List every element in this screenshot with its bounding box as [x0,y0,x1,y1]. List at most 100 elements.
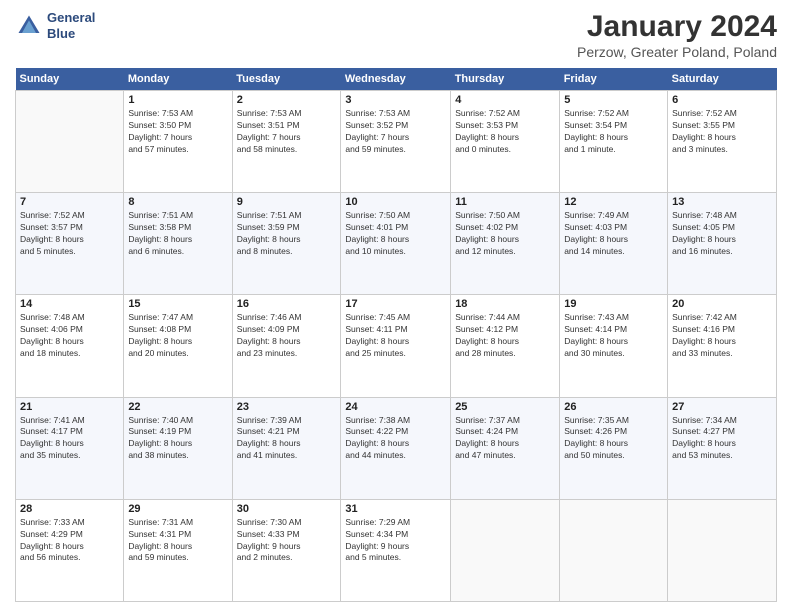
calendar-cell: 3 Sunrise: 7:53 AM Sunset: 3:52 PM Daylig… [341,91,451,193]
calendar-cell: 5 Sunrise: 7:52 AM Sunset: 3:54 PM Daylig… [560,91,668,193]
day-info: Sunrise: 7:42 AM Sunset: 4:16 PM Dayligh… [672,312,772,360]
day-info: Sunrise: 7:51 AM Sunset: 3:59 PM Dayligh… [237,210,337,258]
col-sunday: Sunday [16,68,124,91]
day-number: 18 [455,298,555,310]
day-info: Sunrise: 7:53 AM Sunset: 3:50 PM Dayligh… [128,108,227,156]
calendar-cell: 17 Sunrise: 7:45 AM Sunset: 4:11 PM Dayli… [341,295,451,397]
subtitle: Perzow, Greater Poland, Poland [577,44,777,60]
calendar-cell: 18 Sunrise: 7:44 AM Sunset: 4:12 PM Dayli… [451,295,560,397]
day-number: 26 [564,401,663,413]
calendar-cell: 15Sunrise: 7:47 AM Sunset: 4:08 PM Dayli… [124,295,232,397]
col-friday: Friday [560,68,668,91]
calendar-week-row: 21Sunrise: 7:41 AM Sunset: 4:17 PM Dayli… [16,397,777,499]
day-info: Sunrise: 7:46 AM Sunset: 4:09 PM Dayligh… [237,312,337,360]
calendar-cell: 23 Sunrise: 7:39 AM Sunset: 4:21 PM Dayli… [232,397,341,499]
calendar-cell: 8 Sunrise: 7:51 AM Sunset: 3:58 PM Daylig… [124,193,232,295]
day-info: Sunrise: 7:31 AM Sunset: 4:31 PM Dayligh… [128,517,227,565]
day-info: Sunrise: 7:33 AM Sunset: 4:29 PM Dayligh… [20,517,119,565]
calendar-cell: 22 Sunrise: 7:40 AM Sunset: 4:19 PM Dayli… [124,397,232,499]
col-monday: Monday [124,68,232,91]
calendar-cell: 19Sunrise: 7:43 AM Sunset: 4:14 PM Dayli… [560,295,668,397]
calendar-cell [668,499,777,601]
calendar-cell: 30Sunrise: 7:30 AM Sunset: 4:33 PM Dayli… [232,499,341,601]
page: General Blue January 2024 Perzow, Greate… [0,0,792,612]
calendar-week-row: 7 Sunrise: 7:52 AM Sunset: 3:57 PM Daylig… [16,193,777,295]
calendar-cell: 31Sunrise: 7:29 AM Sunset: 4:34 PM Dayli… [341,499,451,601]
day-number: 27 [672,401,772,413]
calendar-cell: 2Sunrise: 7:53 AM Sunset: 3:51 PM Daylig… [232,91,341,193]
col-tuesday: Tuesday [232,68,341,91]
calendar-cell [451,499,560,601]
calendar-cell: 7 Sunrise: 7:52 AM Sunset: 3:57 PM Daylig… [16,193,124,295]
calendar-cell: 26Sunrise: 7:35 AM Sunset: 4:26 PM Dayli… [560,397,668,499]
day-number: 7 [20,196,119,208]
day-info: Sunrise: 7:52 AM Sunset: 3:55 PM Dayligh… [672,108,772,156]
day-number: 28 [20,503,119,515]
day-info: Sunrise: 7:45 AM Sunset: 4:11 PM Dayligh… [345,312,446,360]
day-number: 8 [128,196,227,208]
calendar-week-row: 1 Sunrise: 7:53 AM Sunset: 3:50 PM Daylig… [16,91,777,193]
day-number: 19 [564,298,663,310]
calendar-cell: 14 Sunrise: 7:48 AM Sunset: 4:06 PM Dayli… [16,295,124,397]
title-section: January 2024 Perzow, Greater Poland, Pol… [577,10,777,60]
day-info: Sunrise: 7:51 AM Sunset: 3:58 PM Dayligh… [128,210,227,258]
day-number: 4 [455,94,555,106]
logo-text: General Blue [47,10,95,41]
day-number: 13 [672,196,772,208]
calendar-cell: 10Sunrise: 7:50 AM Sunset: 4:01 PM Dayli… [341,193,451,295]
col-thursday: Thursday [451,68,560,91]
calendar-cell: 1 Sunrise: 7:53 AM Sunset: 3:50 PM Daylig… [124,91,232,193]
col-saturday: Saturday [668,68,777,91]
day-number: 23 [237,401,337,413]
day-info: Sunrise: 7:44 AM Sunset: 4:12 PM Dayligh… [455,312,555,360]
calendar-cell: 12 Sunrise: 7:49 AM Sunset: 4:03 PM Dayli… [560,193,668,295]
day-info: Sunrise: 7:40 AM Sunset: 4:19 PM Dayligh… [128,415,227,463]
calendar-cell [560,499,668,601]
day-info: Sunrise: 7:49 AM Sunset: 4:03 PM Dayligh… [564,210,663,258]
day-number: 16 [237,298,337,310]
day-info: Sunrise: 7:48 AM Sunset: 4:06 PM Dayligh… [20,312,119,360]
day-number: 3 [345,94,446,106]
day-info: Sunrise: 7:34 AM Sunset: 4:27 PM Dayligh… [672,415,772,463]
day-number: 9 [237,196,337,208]
day-number: 20 [672,298,772,310]
day-info: Sunrise: 7:30 AM Sunset: 4:33 PM Dayligh… [237,517,337,565]
day-number: 14 [20,298,119,310]
calendar-cell [16,91,124,193]
day-info: Sunrise: 7:39 AM Sunset: 4:21 PM Dayligh… [237,415,337,463]
day-number: 1 [128,94,227,106]
calendar-cell: 13Sunrise: 7:48 AM Sunset: 4:05 PM Dayli… [668,193,777,295]
calendar-cell: 9 Sunrise: 7:51 AM Sunset: 3:59 PM Daylig… [232,193,341,295]
day-number: 25 [455,401,555,413]
col-wednesday: Wednesday [341,68,451,91]
logo-icon [15,12,43,40]
calendar-week-row: 28 Sunrise: 7:33 AM Sunset: 4:29 PM Dayli… [16,499,777,601]
day-info: Sunrise: 7:47 AM Sunset: 4:08 PM Dayligh… [128,312,227,360]
calendar-cell: 11Sunrise: 7:50 AM Sunset: 4:02 PM Dayli… [451,193,560,295]
day-info: Sunrise: 7:53 AM Sunset: 3:52 PM Dayligh… [345,108,446,156]
day-info: Sunrise: 7:52 AM Sunset: 3:54 PM Dayligh… [564,108,663,156]
day-number: 5 [564,94,663,106]
day-number: 17 [345,298,446,310]
day-info: Sunrise: 7:52 AM Sunset: 3:57 PM Dayligh… [20,210,119,258]
calendar-cell: 6 Sunrise: 7:52 AM Sunset: 3:55 PM Daylig… [668,91,777,193]
calendar-cell: 29Sunrise: 7:31 AM Sunset: 4:31 PM Dayli… [124,499,232,601]
calendar-cell: 16 Sunrise: 7:46 AM Sunset: 4:09 PM Dayli… [232,295,341,397]
calendar-week-row: 14 Sunrise: 7:48 AM Sunset: 4:06 PM Dayli… [16,295,777,397]
main-title: January 2024 [577,10,777,44]
day-number: 10 [345,196,446,208]
calendar-header-row: Sunday Monday Tuesday Wednesday Thursday… [16,68,777,91]
day-number: 22 [128,401,227,413]
calendar-cell: 25Sunrise: 7:37 AM Sunset: 4:24 PM Dayli… [451,397,560,499]
day-number: 12 [564,196,663,208]
day-number: 11 [455,196,555,208]
day-info: Sunrise: 7:53 AM Sunset: 3:51 PM Dayligh… [237,108,337,156]
day-info: Sunrise: 7:52 AM Sunset: 3:53 PM Dayligh… [455,108,555,156]
day-number: 6 [672,94,772,106]
day-info: Sunrise: 7:38 AM Sunset: 4:22 PM Dayligh… [345,415,446,463]
header: General Blue January 2024 Perzow, Greate… [15,10,777,60]
calendar-cell: 27 Sunrise: 7:34 AM Sunset: 4:27 PM Dayli… [668,397,777,499]
day-info: Sunrise: 7:41 AM Sunset: 4:17 PM Dayligh… [20,415,119,463]
calendar-cell: 4 Sunrise: 7:52 AM Sunset: 3:53 PM Daylig… [451,91,560,193]
day-number: 31 [345,503,446,515]
